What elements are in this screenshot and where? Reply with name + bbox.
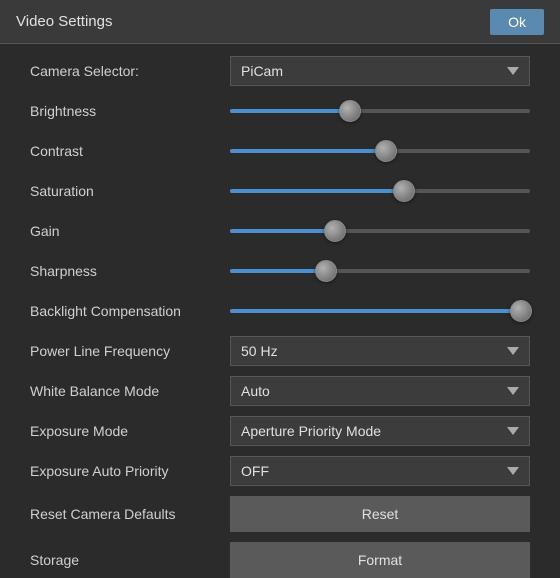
saturation-label: Saturation (30, 183, 230, 199)
contrast-track (230, 149, 530, 153)
format-button[interactable]: Format (230, 542, 530, 578)
contrast-row: Contrast (30, 136, 530, 166)
backlight-compensation-slider-container (230, 300, 530, 322)
contrast-label: Contrast (30, 143, 230, 159)
storage-label: Storage (30, 552, 230, 568)
power-line-frequency-row: Power Line Frequency 50 Hz 60 Hz (30, 336, 530, 366)
storage-row: Storage Format (30, 542, 530, 578)
backlight-compensation-track (230, 309, 530, 313)
gain-row: Gain (30, 216, 530, 246)
backlight-compensation-label: Backlight Compensation (30, 303, 230, 319)
saturation-fill (230, 189, 404, 193)
contrast-slider-container (230, 140, 530, 162)
sharpness-slider-container (230, 260, 530, 282)
storage-control: Format (230, 542, 530, 578)
sharpness-track (230, 269, 530, 273)
white-balance-mode-control: Auto Manual (230, 376, 530, 406)
content-area: Camera Selector: PiCam USB Camera Bright… (0, 44, 560, 578)
exposure-mode-dropdown[interactable]: Aperture Priority Mode Manual (230, 416, 530, 446)
title-bar: Video Settings Ok (0, 0, 560, 44)
brightness-row: Brightness (30, 96, 530, 126)
saturation-slider-container (230, 180, 530, 202)
power-line-frequency-control: 50 Hz 60 Hz (230, 336, 530, 366)
reset-camera-defaults-label: Reset Camera Defaults (30, 506, 230, 522)
camera-selector-dropdown[interactable]: PiCam USB Camera (230, 56, 530, 86)
white-balance-mode-dropdown[interactable]: Auto Manual (230, 376, 530, 406)
title-text: Video Settings (16, 13, 112, 30)
gain-fill (230, 229, 335, 233)
backlight-compensation-thumb[interactable] (510, 300, 532, 322)
exposure-auto-priority-control: OFF ON (230, 456, 530, 486)
brightness-thumb[interactable] (339, 100, 361, 122)
saturation-track (230, 189, 530, 193)
brightness-track (230, 109, 530, 113)
contrast-thumb[interactable] (375, 140, 397, 162)
reset-button[interactable]: Reset (230, 496, 530, 532)
gain-track (230, 229, 530, 233)
white-balance-mode-label: White Balance Mode (30, 383, 230, 399)
power-line-frequency-dropdown[interactable]: 50 Hz 60 Hz (230, 336, 530, 366)
brightness-slider-container (230, 100, 530, 122)
reset-camera-defaults-control: Reset (230, 496, 530, 532)
ok-button[interactable]: Ok (490, 9, 544, 35)
sharpness-thumb[interactable] (315, 260, 337, 282)
reset-camera-defaults-row: Reset Camera Defaults Reset (30, 496, 530, 532)
power-line-frequency-label: Power Line Frequency (30, 343, 230, 359)
brightness-fill (230, 109, 350, 113)
gain-label: Gain (30, 223, 230, 239)
exposure-auto-priority-row: Exposure Auto Priority OFF ON (30, 456, 530, 486)
camera-selector-control: PiCam USB Camera (230, 56, 530, 86)
gain-slider-container (230, 220, 530, 242)
sharpness-fill (230, 269, 326, 273)
camera-selector-label: Camera Selector: (30, 63, 230, 79)
gain-thumb[interactable] (324, 220, 346, 242)
exposure-mode-control: Aperture Priority Mode Manual (230, 416, 530, 446)
brightness-label: Brightness (30, 103, 230, 119)
backlight-compensation-fill (230, 309, 521, 313)
sharpness-label: Sharpness (30, 263, 230, 279)
sharpness-row: Sharpness (30, 256, 530, 286)
saturation-thumb[interactable] (393, 180, 415, 202)
exposure-mode-row: Exposure Mode Aperture Priority Mode Man… (30, 416, 530, 446)
camera-selector-row: Camera Selector: PiCam USB Camera (30, 56, 530, 86)
exposure-auto-priority-label: Exposure Auto Priority (30, 463, 230, 479)
contrast-fill (230, 149, 386, 153)
exposure-mode-label: Exposure Mode (30, 423, 230, 439)
backlight-compensation-row: Backlight Compensation (30, 296, 530, 326)
white-balance-mode-row: White Balance Mode Auto Manual (30, 376, 530, 406)
exposure-auto-priority-dropdown[interactable]: OFF ON (230, 456, 530, 486)
saturation-row: Saturation (30, 176, 530, 206)
